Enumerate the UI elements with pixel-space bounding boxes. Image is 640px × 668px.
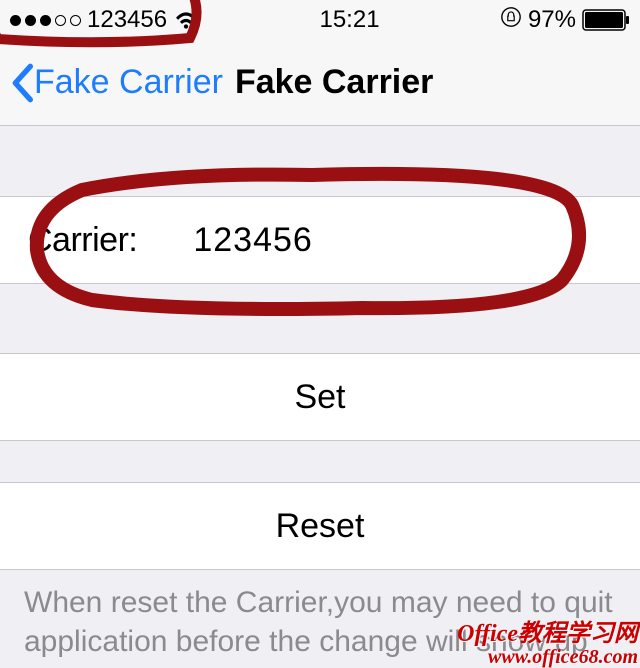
- signal-strength-icon: [10, 15, 81, 26]
- carrier-field-row[interactable]: Carrier: 123456: [0, 196, 640, 284]
- battery-percentage: 97%: [528, 6, 576, 34]
- section-gap: [0, 440, 640, 482]
- watermark-line1: Office教程学习网: [457, 622, 638, 647]
- nav-bar: Fake Carrier Fake Carrier: [0, 40, 640, 126]
- status-right: 97%: [500, 6, 630, 35]
- orientation-lock-icon: [500, 6, 522, 35]
- reset-button-label: Reset: [276, 507, 365, 546]
- back-button[interactable]: Fake Carrier: [10, 63, 223, 103]
- set-button[interactable]: Set: [0, 353, 640, 441]
- carrier-label: Carrier:: [28, 221, 137, 260]
- section-gap: [0, 283, 640, 353]
- section-gap: [0, 126, 640, 196]
- reset-button[interactable]: Reset: [0, 482, 640, 570]
- set-button-label: Set: [294, 378, 345, 417]
- status-carrier-text: 123456: [87, 6, 167, 34]
- status-bar: 123456 15:21 97%: [0, 0, 640, 40]
- status-left: 123456: [10, 6, 199, 34]
- watermark: Office教程学习网 www.office68.com: [457, 622, 638, 668]
- wifi-icon: [173, 7, 199, 33]
- page-title: Fake Carrier: [235, 63, 433, 102]
- back-button-label: Fake Carrier: [34, 63, 223, 102]
- battery-icon: [582, 9, 630, 31]
- carrier-value: 123456: [193, 221, 312, 260]
- watermark-line2: www.office68.com: [457, 647, 638, 668]
- chevron-left-icon: [10, 63, 34, 103]
- status-time: 15:21: [319, 6, 379, 34]
